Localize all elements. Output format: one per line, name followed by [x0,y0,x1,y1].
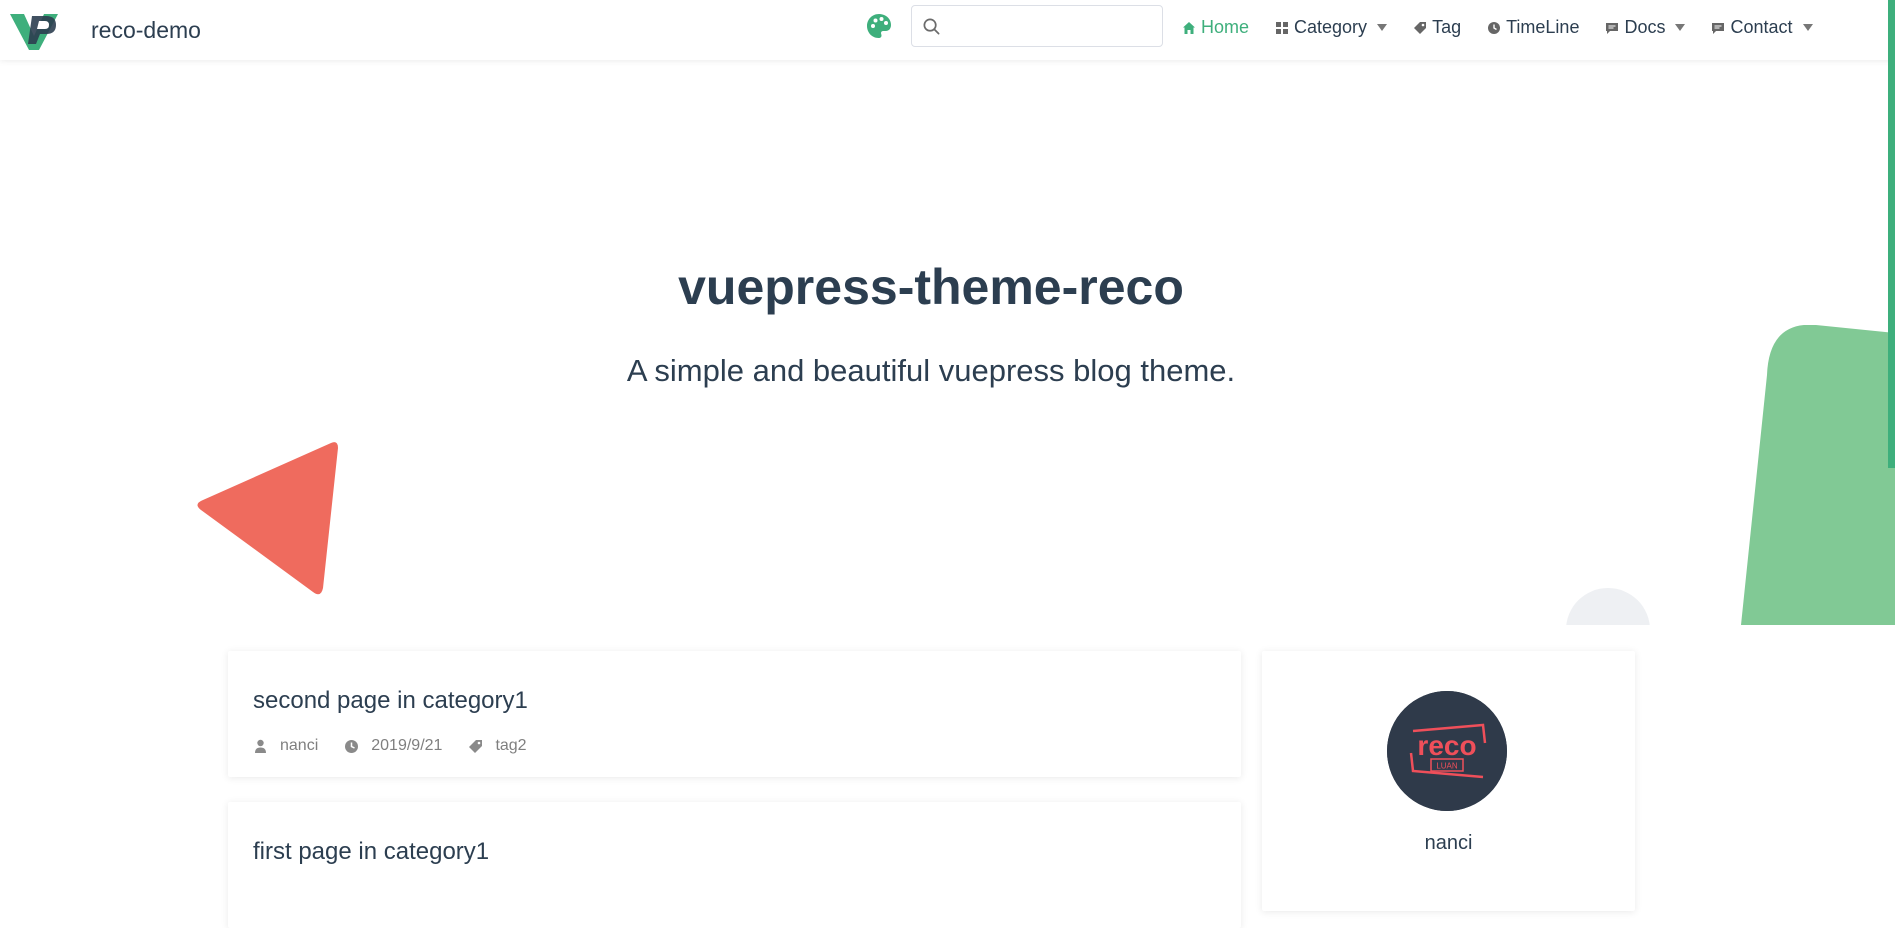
hero-title: vuepress-theme-reco [678,259,1184,315]
post-author-name: nanci [280,737,319,754]
decorative-circle [1566,588,1650,625]
nav-item-label: TimeLine [1506,17,1580,37]
nav-item-label: Home [1201,17,1250,37]
nav-links: Home Category Tag TimeLine Docs Contact [1182,0,1839,55]
chevron-down-icon [1675,24,1686,31]
chevron-down-icon [1802,24,1813,31]
home-icon [1183,21,1195,34]
nav-item-docs[interactable]: Docs [1605,17,1686,38]
author-info-card: reco LUAN nanci [1262,651,1635,911]
contact-icon [1712,22,1725,34]
post-author: nanci [253,737,318,755]
decorative-triangle [197,442,338,595]
nav-item-label: Docs [1624,17,1666,37]
vp-logo-icon [10,13,58,50]
author-name: nanci [1424,832,1473,854]
nav-item-label: Contact [1730,17,1793,37]
post-tag-text: tag2 [495,737,527,754]
navbar: reco-demo Home Category Tag TimeLine Doc… [0,0,1895,60]
palette-icon[interactable] [866,13,892,39]
nav-item-contact[interactable]: Contact [1711,17,1813,38]
site-title: reco-demo [91,16,201,43]
post-tag[interactable]: tag2 [468,737,527,755]
search-box[interactable] [911,5,1163,47]
post-card[interactable]: second page in category1 nanci 2019/9/21… [228,651,1241,777]
tag-icon [469,739,483,753]
nav-item-home[interactable]: Home [1182,17,1249,38]
post-title[interactable]: second page in category1 [253,687,528,715]
chevron-down-icon [1377,24,1388,31]
search-icon [923,18,940,35]
nav-item-category[interactable]: Category [1275,17,1388,38]
reco-logo-icon: reco LUAN [1387,691,1507,811]
scrollbar-thumb[interactable] [1888,0,1895,468]
search-input[interactable] [950,12,1154,42]
avatar: reco LUAN [1387,691,1507,811]
nav-item-label: Category [1294,17,1368,37]
post-meta: nanci 2019/9/21 tag2 [253,737,553,755]
tag-icon [1414,21,1427,34]
svg-text:reco: reco [1417,730,1476,761]
category-icon [1276,21,1289,34]
svg-text:LUAN: LUAN [1436,762,1458,771]
nav-item-label: Tag [1432,17,1462,37]
hero-section: vuepress-theme-reco A simple and beautif… [0,60,1895,625]
post-date-text: 2019/9/21 [371,737,443,754]
nav-item-timeline[interactable]: TimeLine [1487,17,1579,38]
clock-icon [345,739,359,753]
post-title[interactable]: first page in category1 [253,838,489,866]
brand-home-link[interactable]: reco-demo [8,4,201,56]
docs-icon [1606,22,1619,34]
clock-icon [1488,21,1501,34]
hero-description: A simple and beautiful vuepress blog the… [626,353,1236,388]
nav-item-tag[interactable]: Tag [1413,17,1461,38]
user-icon [255,739,266,753]
post-card[interactable]: first page in category1 [228,802,1241,928]
post-date: 2019/9/21 [344,737,442,755]
